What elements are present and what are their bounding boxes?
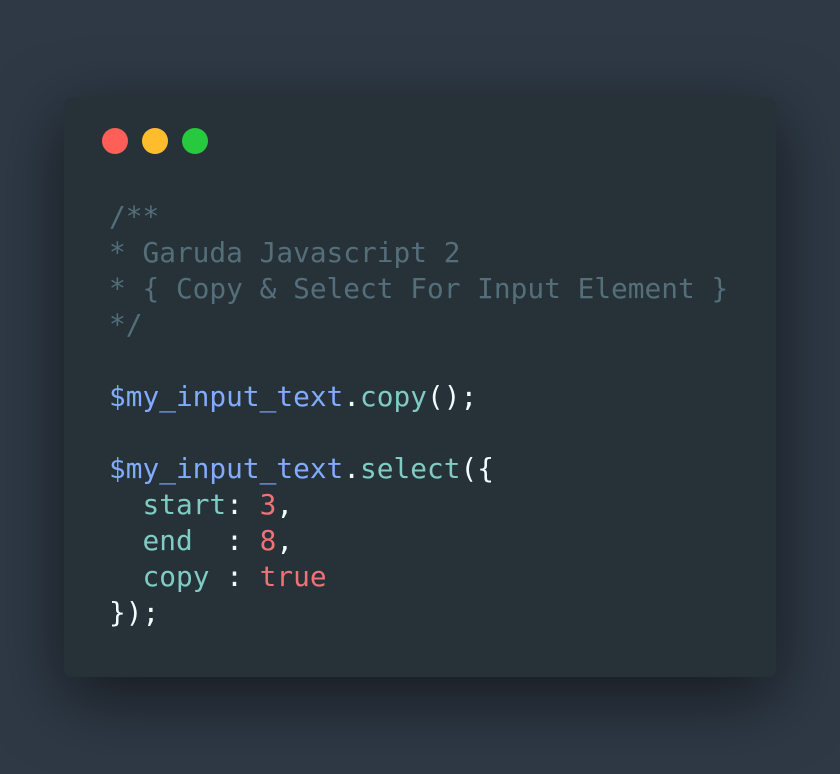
comment-text: * { Copy & Select For Input Element } — [109, 272, 729, 305]
punctuation-token: . — [343, 380, 361, 413]
punctuation-token: ({ — [460, 452, 494, 485]
punctuation-token: : — [192, 524, 260, 557]
punctuation-token: (); — [427, 380, 478, 413]
property-token: start — [142, 488, 227, 521]
number-token: 8 — [259, 524, 277, 557]
maximize-dot-icon[interactable] — [182, 128, 208, 154]
comment-text: */ — [109, 308, 143, 341]
number-token: 3 — [259, 488, 277, 521]
property-token: copy — [142, 560, 210, 593]
window-controls — [102, 128, 208, 154]
code-line-2: * Garuda Javascript 2 — [109, 235, 728, 271]
method-token: copy — [360, 380, 427, 413]
punctuation-token: , — [276, 488, 294, 521]
comment-text: /** — [109, 200, 160, 233]
variable-token: $my_input_text — [109, 380, 344, 413]
code-line-6: $my_input_text.copy(); — [109, 379, 728, 415]
close-dot-icon[interactable] — [102, 128, 128, 154]
punctuation-token: }); — [109, 596, 160, 629]
code-line-8: $my_input_text.select({ — [109, 451, 728, 487]
code-line-3: * { Copy & Select For Input Element } — [109, 271, 728, 307]
code-line-4: */ — [109, 307, 728, 343]
property-token: end — [142, 524, 193, 557]
punctuation-token: : — [209, 560, 260, 593]
punctuation-token: : — [226, 488, 260, 521]
comment-text: * Garuda Javascript 2 — [109, 236, 461, 269]
punctuation-token: , — [276, 524, 294, 557]
minimize-dot-icon[interactable] — [142, 128, 168, 154]
code-line-12: }); — [109, 595, 728, 631]
code-line-11: copy : true — [109, 559, 728, 595]
variable-token: $my_input_text — [109, 452, 344, 485]
code-line-1: /** — [109, 199, 728, 235]
code-line-10: end : 8, — [109, 523, 728, 559]
code-window: /** * Garuda Javascript 2 * { Copy & Selec… — [64, 97, 776, 677]
code-line-9: start: 3, — [109, 487, 728, 523]
boolean-token: true — [259, 560, 327, 593]
code-block: /** * Garuda Javascript 2 * { Copy & Selec… — [109, 199, 728, 631]
punctuation-token: . — [343, 452, 361, 485]
method-token: select — [360, 452, 461, 485]
